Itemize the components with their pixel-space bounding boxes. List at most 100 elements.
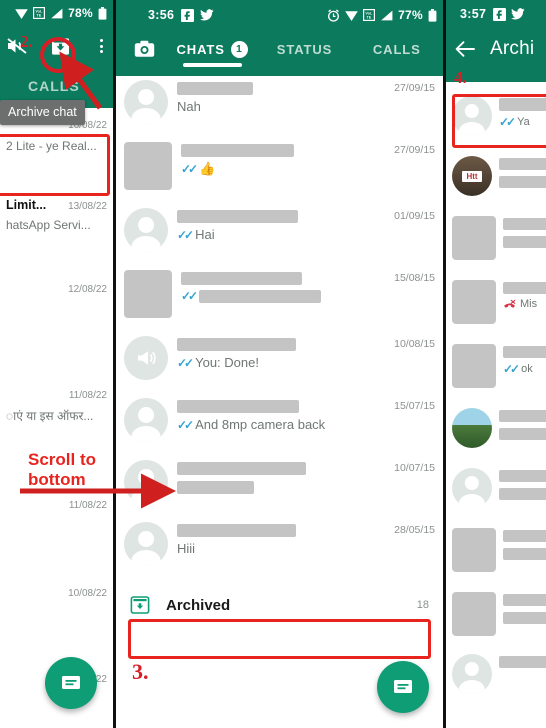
right-clock: 3:57 — [460, 7, 487, 21]
table-row[interactable]: Nah 27/09/15 — [116, 76, 443, 133]
read-ticks-icon: ✓✓ — [503, 362, 520, 376]
archived-row[interactable]: Archived 18 — [116, 583, 443, 627]
row-preview: Nah — [177, 99, 201, 114]
person-avatar-icon — [452, 468, 492, 508]
row-preview: hatsApp Servi... — [6, 218, 91, 232]
table-row[interactable]: ✓✓ 👍 27/09/15 — [116, 133, 443, 199]
cellular-signal-icon — [380, 10, 393, 21]
row-preview: ाएं या इस ऑफर... — [6, 409, 94, 423]
name-placeholder — [503, 346, 546, 358]
avatar[interactable] — [452, 528, 496, 572]
row-date: 28/05/15 — [394, 524, 435, 536]
row-content: ✓✓ ok — [496, 344, 546, 376]
chats-unread-badge: 1 — [230, 40, 248, 58]
table-row[interactable] — [446, 646, 546, 702]
row-content — [492, 468, 546, 502]
new-chat-fab[interactable] — [45, 657, 97, 709]
list-item[interactable]: 11/08/22 ाएं या इस ऑफर... — [0, 366, 113, 472]
back-arrow-icon[interactable] — [454, 40, 476, 58]
right-header: Archi — [446, 28, 546, 70]
avatar[interactable] — [124, 270, 172, 318]
row-preview: ✓✓ 👍 — [181, 161, 390, 177]
right-chat-list[interactable]: ✓✓ Ya Htt Mis ✓✓ ok — [446, 82, 546, 702]
annotation-number-2: 2. — [20, 32, 33, 51]
avatar[interactable] — [452, 216, 496, 260]
avatar[interactable] — [124, 398, 168, 442]
name-placeholder — [177, 400, 299, 413]
avatar[interactable] — [452, 468, 492, 508]
table-row[interactable]: ✓✓ You: Done! 10/08/15 — [116, 327, 443, 389]
left-appbar: VoL TE 78% CALLS — [0, 0, 113, 108]
table-row[interactable]: ✓✓ ok — [446, 334, 546, 398]
row-content: Nah — [168, 80, 390, 114]
row-date: 15/07/15 — [394, 400, 435, 412]
table-row[interactable]: Mis — [446, 270, 546, 334]
avatar[interactable] — [452, 344, 496, 388]
name-placeholder — [177, 210, 298, 223]
avatar[interactable] — [452, 408, 492, 448]
preview-placeholder — [503, 236, 546, 248]
row-content: ✓✓ 👍 — [172, 142, 390, 177]
person-avatar-icon — [452, 96, 492, 136]
new-chat-fab[interactable] — [377, 661, 429, 713]
list-item[interactable]: 12/08/22 — [0, 262, 113, 366]
mid-clock: 3:56 — [148, 8, 175, 22]
name-placeholder — [499, 470, 546, 482]
table-row[interactable] — [446, 398, 546, 458]
mid-chat-list[interactable]: Nah 27/09/15 ✓✓ 👍 27/09/15 ✓✓ Hai 01/09/… — [116, 76, 443, 627]
avatar[interactable] — [452, 280, 496, 324]
page-title: Archi — [490, 38, 535, 59]
avatar[interactable] — [124, 460, 168, 504]
mid-statusbar: 3:56 VoL TE 77% — [116, 0, 443, 30]
table-row[interactable] — [446, 518, 546, 582]
camera-icon[interactable] — [122, 40, 166, 58]
left-chat-list[interactable]: 16/08/22 2 Lite - ye Real... Limit... 13… — [0, 108, 113, 720]
tab-active-underline — [182, 63, 242, 67]
avatar[interactable]: Htt — [452, 156, 492, 196]
table-row[interactable]: 10/07/15 — [116, 451, 443, 513]
row-date: 10/08/22 — [68, 588, 107, 599]
list-item[interactable]: 10/08/22 — [0, 582, 113, 658]
row-content: ✓✓ And 8mp camera back — [168, 398, 390, 432]
new-chat-icon — [394, 680, 412, 693]
row-preview: ✓✓ — [181, 289, 390, 303]
right-statusbar: 3:57 — [446, 0, 546, 28]
tab-chats-label: CHATS — [176, 41, 225, 57]
overflow-menu-icon[interactable] — [96, 37, 107, 55]
new-chat-icon — [62, 676, 80, 689]
name-placeholder — [181, 272, 302, 285]
avatar[interactable] — [124, 80, 168, 124]
preview-placeholder — [177, 481, 254, 494]
list-item[interactable]: Limit... 13/08/22 hatsApp Servi... — [0, 186, 113, 262]
avatar[interactable] — [452, 96, 492, 136]
table-row[interactable] — [446, 206, 546, 270]
table-row[interactable]: ✓✓ And 8mp camera back 15/07/15 — [116, 389, 443, 451]
row-date: 12/08/22 — [68, 284, 107, 295]
archive-icon[interactable] — [50, 36, 71, 57]
avatar[interactable] — [124, 142, 172, 190]
tab-chats[interactable]: CHATS 1 — [166, 40, 258, 67]
table-row[interactable] — [446, 458, 546, 518]
row-preview: ✓✓ And 8mp camera back — [177, 417, 326, 432]
table-row[interactable]: ✓✓ Hai 01/09/15 — [116, 199, 443, 261]
mid-appbar: 3:56 VoL TE 77% CHATS 1 STATUS CALLS — [116, 0, 443, 76]
tab-status[interactable]: STATUS — [258, 42, 350, 57]
table-row[interactable]: ✓✓ 15/08/15 — [116, 261, 443, 327]
table-row[interactable]: Hiii 28/05/15 — [116, 513, 443, 575]
volte-icon: VoL TE — [33, 7, 46, 19]
table-row[interactable] — [446, 582, 546, 646]
row-content: ✓✓ Ya — [492, 96, 546, 129]
avatar[interactable] — [124, 522, 168, 566]
table-row[interactable]: Htt — [446, 146, 546, 206]
list-item[interactable]: 11/08/22 — [0, 472, 113, 582]
emoji-thumbsup: 👍 — [199, 161, 216, 176]
avatar[interactable] — [124, 208, 168, 252]
row-preview: Mis — [503, 298, 540, 310]
table-row[interactable]: ✓✓ Ya — [446, 86, 546, 146]
tab-calls[interactable]: CALLS — [351, 42, 443, 57]
missed-call-icon — [503, 299, 516, 310]
avatar[interactable] — [124, 336, 168, 380]
name-placeholder — [177, 462, 306, 475]
avatar[interactable] — [452, 654, 492, 694]
avatar[interactable] — [452, 592, 496, 636]
